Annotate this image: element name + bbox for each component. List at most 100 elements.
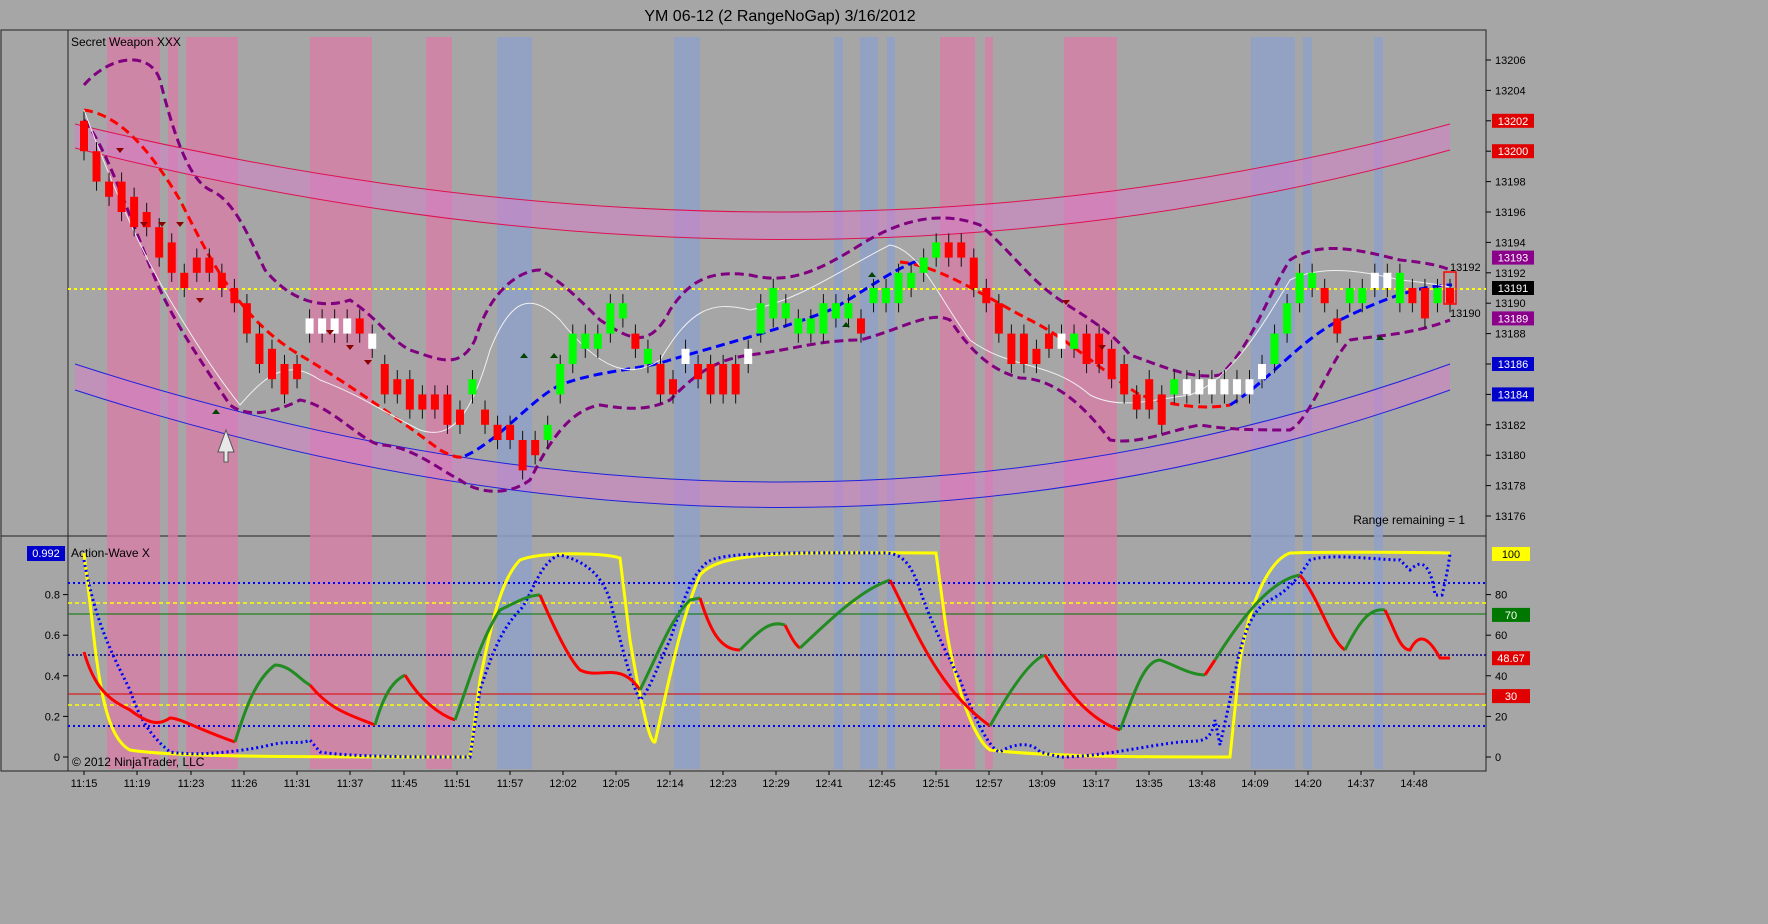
candle-body — [1270, 333, 1279, 364]
candle-body — [1170, 379, 1179, 395]
bullish-zone — [860, 37, 878, 769]
candle-body — [1157, 394, 1166, 425]
candle-body — [794, 318, 803, 334]
candle-body — [631, 333, 640, 349]
price-badge-label: 13191 — [1498, 283, 1529, 295]
candle-body — [1120, 364, 1129, 395]
candle-body — [1420, 288, 1429, 319]
candle-body — [994, 303, 1003, 334]
candle-body — [806, 318, 815, 334]
candle-body — [117, 181, 126, 212]
osc-left-badge-text: 0.992 — [32, 548, 60, 560]
candle-body — [932, 242, 941, 258]
candle-body — [1433, 288, 1442, 304]
candle-body — [944, 242, 953, 258]
time-tick-label: 12:14 — [656, 778, 684, 790]
chart-window: YM 06-12 (2 RangeNoGap) 3/16/2012 Secret… — [0, 0, 1568, 819]
candle-body — [1057, 333, 1066, 349]
candle-body — [656, 364, 665, 395]
candle-body — [1320, 288, 1329, 304]
oscillator-label: Action-Wave X — [71, 546, 150, 560]
candle-body — [1232, 379, 1241, 395]
candle-body — [455, 409, 464, 425]
candle-body — [255, 333, 264, 364]
price-tick-label: 13178 — [1495, 481, 1526, 493]
price-tick-label: 13196 — [1495, 207, 1526, 219]
candle-body — [293, 364, 302, 380]
price-tick-label: 13194 — [1495, 237, 1526, 249]
candle-body — [1019, 333, 1028, 364]
price-tick-label: 13176 — [1495, 511, 1526, 523]
candle-body — [230, 288, 239, 304]
price-badge-label: 13200 — [1498, 146, 1529, 158]
time-tick-label: 12:57 — [975, 778, 1003, 790]
candle-body — [982, 288, 991, 304]
price-badge-label: 13184 — [1498, 389, 1529, 401]
price-tick-label: 13180 — [1495, 450, 1526, 462]
bullish-zone — [674, 37, 700, 769]
candle-body — [1333, 318, 1342, 334]
candle-body — [1107, 348, 1116, 380]
time-tick-label: 11:26 — [231, 778, 258, 790]
osc-left-tick-label: 0.4 — [45, 671, 60, 683]
candle-body — [318, 318, 327, 334]
osc-left-tick-label: 0.8 — [45, 590, 60, 602]
candle-body — [242, 303, 251, 334]
osc-right-tick-label: 20 — [1495, 711, 1507, 723]
price-right-label-13190: 13190 — [1450, 308, 1481, 320]
time-tick-label: 11:51 — [444, 778, 471, 790]
osc-left-tick-label: 0.6 — [45, 630, 60, 642]
time-tick-label: 12:05 — [602, 778, 630, 790]
candle-body — [468, 379, 477, 395]
candle-body — [205, 257, 214, 273]
candle-body — [744, 348, 753, 364]
candle-body — [1182, 379, 1191, 395]
candle-body — [92, 151, 101, 182]
candle-body — [894, 272, 903, 304]
candle-body — [280, 364, 289, 395]
time-tick-label: 14:37 — [1347, 778, 1375, 790]
candle-body — [267, 348, 276, 380]
candle-body — [405, 379, 414, 410]
candle-body — [481, 409, 490, 425]
candle-body — [1258, 364, 1267, 380]
candle-body — [819, 303, 828, 334]
osc-right-tick-label: 0 — [1495, 752, 1501, 764]
candle-body — [568, 333, 577, 364]
price-tick-label: 13206 — [1495, 55, 1526, 67]
candle-body — [844, 303, 853, 319]
candle-body — [1145, 379, 1154, 410]
candle-body — [694, 364, 703, 380]
candle-body — [593, 333, 602, 349]
candle-body — [606, 303, 615, 334]
osc-badge-label: 48.67 — [1497, 653, 1525, 665]
osc-badge-label: 70 — [1505, 610, 1517, 622]
candle-body — [1245, 379, 1254, 395]
candle-body — [380, 364, 389, 395]
price-badge-label: 13193 — [1498, 253, 1529, 265]
osc-left-tick-label: 0.2 — [45, 711, 60, 723]
candle-body — [581, 333, 590, 349]
chart-svg: YM 06-12 (2 RangeNoGap) 3/16/2012 Secret… — [0, 0, 1568, 819]
osc-badge-label: 100 — [1502, 549, 1520, 561]
price-panel-label: Secret Weapon XXX — [71, 35, 181, 49]
candle-body — [1308, 272, 1317, 288]
time-tick-label: 11:23 — [178, 778, 205, 790]
bullish-zone — [887, 37, 895, 769]
candle-body — [180, 272, 189, 288]
candle-body — [1358, 288, 1367, 304]
candle-body — [756, 303, 765, 334]
price-tick-label: 13198 — [1495, 177, 1526, 189]
price-tick-label: 13204 — [1495, 85, 1526, 97]
candle-body — [443, 394, 452, 425]
candle-body — [130, 196, 139, 228]
candle-body — [192, 257, 201, 273]
candle-body — [706, 364, 715, 395]
osc-badge-label: 30 — [1505, 691, 1517, 703]
candle-body — [1007, 333, 1016, 364]
candle-body — [1070, 333, 1079, 349]
time-tick-label: 13:48 — [1188, 778, 1216, 790]
candle-body — [882, 288, 891, 304]
candle-body — [556, 364, 565, 395]
candle-body — [831, 303, 840, 319]
